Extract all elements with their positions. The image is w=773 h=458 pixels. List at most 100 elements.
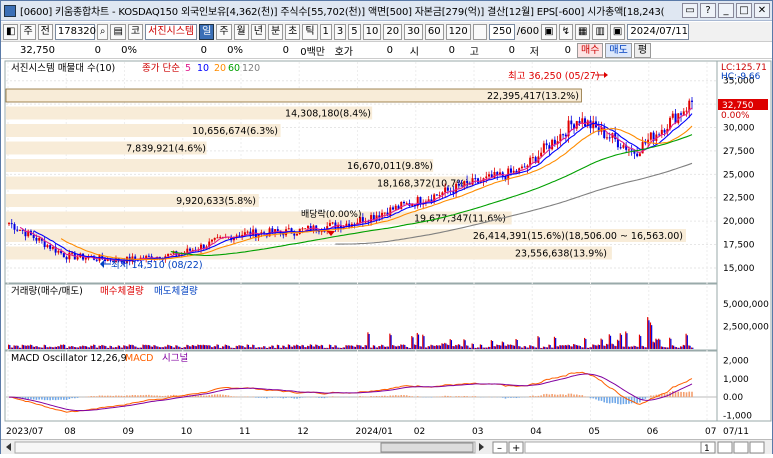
- current-price: 32,750: [1, 45, 59, 56]
- buy-button[interactable]: 매수: [577, 43, 603, 58]
- interval-120[interactable]: 120: [446, 24, 471, 40]
- buy-volume-bar: [573, 344, 574, 349]
- macd-oscillator-bar: [30, 397, 32, 399]
- buy-volume-bar: [504, 346, 505, 349]
- expand-icon[interactable]: [750, 442, 764, 453]
- buy-volume-bar: [175, 345, 176, 349]
- buy-volume-bar: [46, 347, 47, 349]
- flat-button[interactable]: 평: [634, 43, 651, 58]
- macd-oscillator-bar: [230, 396, 232, 397]
- sell-volume-bar: [102, 345, 103, 349]
- buy-volume-bar: [691, 348, 692, 349]
- macd-oscillator-bar: [365, 396, 367, 397]
- maximize-icon[interactable]: □: [736, 3, 752, 18]
- sell-volume-bar: [234, 348, 235, 349]
- macd-oscillator-bar: [502, 397, 504, 398]
- macd-oscillator-bar: [620, 397, 622, 404]
- sell-volume-bar: [39, 347, 40, 349]
- buy-volume-bar: [370, 348, 371, 349]
- period-month-tab[interactable]: 월: [234, 24, 249, 40]
- interval-20[interactable]: 20: [383, 24, 402, 40]
- zoom-track[interactable]: [525, 442, 705, 453]
- period-tick-tab[interactable]: 틱: [302, 24, 317, 40]
- price-tick-label: 15,000: [723, 264, 755, 274]
- scroll-thumb[interactable]: [381, 443, 473, 452]
- buy-volume-bar: [590, 347, 591, 349]
- buy-volume-bar: [310, 344, 311, 349]
- sell-button[interactable]: 매도: [605, 43, 631, 58]
- settings-icon[interactable]: [718, 442, 732, 453]
- period-week-tab[interactable]: 주: [216, 24, 231, 40]
- date-input[interactable]: 2024/07/11: [627, 24, 689, 40]
- sell-volume-bar: [467, 346, 468, 349]
- interval-30[interactable]: 30: [404, 24, 423, 40]
- ma-10-label: 10: [197, 63, 209, 74]
- grid-icon[interactable]: ▦: [575, 24, 590, 40]
- macd-oscillator-bar: [447, 396, 449, 397]
- buy-volume-bar: [304, 347, 305, 349]
- sell-volume-bar: [632, 347, 633, 349]
- buy-volume-bar: [433, 346, 434, 349]
- dock-icon[interactable]: ◧: [3, 24, 18, 40]
- buy-volume-bar: [22, 345, 23, 349]
- lock-icon[interactable]: ▣: [541, 24, 556, 40]
- sell-volume-bar: [465, 340, 466, 349]
- scroll-left-icon[interactable]: [6, 443, 11, 451]
- buy-volume-bar: [142, 345, 143, 349]
- calendar-icon[interactable]: ▣: [610, 24, 625, 40]
- x-tick-label: 05: [589, 427, 600, 437]
- chart-area[interactable]: 22,395,417(13.2%)14,308,180(8.4%)10,656,…: [1, 59, 772, 439]
- period-minute-tab[interactable]: 분: [268, 24, 283, 40]
- sell-volume-bar: [566, 345, 567, 349]
- macd-oscillator-bar: [55, 397, 57, 400]
- save-icon[interactable]: ▥: [592, 24, 607, 40]
- volume-sell-label: 매도체결량: [154, 285, 198, 297]
- sell-volume-bar: [470, 348, 471, 349]
- scroll-right-icon[interactable]: [479, 443, 484, 451]
- count-input[interactable]: 250: [489, 24, 515, 40]
- macd-oscillator-bar: [529, 396, 531, 397]
- restore-icon[interactable]: ▭: [682, 3, 698, 18]
- sell-volume-bar: [668, 348, 669, 349]
- period-second-tab[interactable]: 초: [285, 24, 300, 40]
- sell-volume-bar: [374, 346, 375, 349]
- macd-oscillator-bar: [458, 396, 460, 397]
- sell-volume-bar: [555, 338, 556, 349]
- sell-volume-bar: [81, 346, 82, 349]
- tool-icon[interactable]: [734, 442, 748, 453]
- candle-body: [392, 207, 394, 209]
- interval-60[interactable]: 60: [425, 24, 444, 40]
- period-year-tab[interactable]: 년: [251, 24, 266, 40]
- close-icon[interactable]: ✕: [754, 3, 770, 18]
- buy-volume-bar: [88, 347, 89, 349]
- interval-3[interactable]: 3: [334, 24, 346, 40]
- code-prefix-button[interactable]: 전: [38, 24, 53, 40]
- interval-5[interactable]: 5: [348, 24, 360, 40]
- code-input[interactable]: 178320: [55, 24, 95, 40]
- interval-1[interactable]: 1: [320, 24, 332, 40]
- buy-volume-bar: [334, 345, 335, 349]
- chart-scrollbar[interactable]: – + 1: [1, 439, 772, 454]
- sell-volume-bar: [303, 345, 304, 349]
- minimize-icon[interactable]: _: [718, 3, 734, 18]
- history-icon[interactable]: ▤: [110, 24, 125, 40]
- search-icon[interactable]: ⌕: [97, 24, 109, 40]
- buy-volume-bar: [554, 337, 555, 349]
- pattern-icon[interactable]: ↯: [559, 24, 573, 40]
- sell-volume-bar: [174, 348, 175, 349]
- stock-name-field[interactable]: 서진시스템: [145, 24, 197, 40]
- candle-body: [85, 258, 87, 260]
- buy-volume-bar: [55, 347, 56, 349]
- macd-oscillator-bar: [285, 397, 287, 398]
- interval-custom[interactable]: [473, 24, 487, 40]
- buy-volume-bar: [474, 348, 475, 349]
- interval-10[interactable]: 10: [363, 24, 382, 40]
- candle-body: [384, 213, 386, 214]
- sell-volume-bar: [223, 347, 224, 349]
- help-icon[interactable]: ?: [700, 3, 716, 18]
- code-type-select[interactable]: 주: [20, 24, 35, 40]
- sell-volume-bar: [327, 348, 328, 349]
- macd-oscillator-bar: [442, 396, 444, 397]
- market-badge[interactable]: 코: [128, 24, 143, 40]
- period-day-tab[interactable]: 일: [199, 24, 214, 40]
